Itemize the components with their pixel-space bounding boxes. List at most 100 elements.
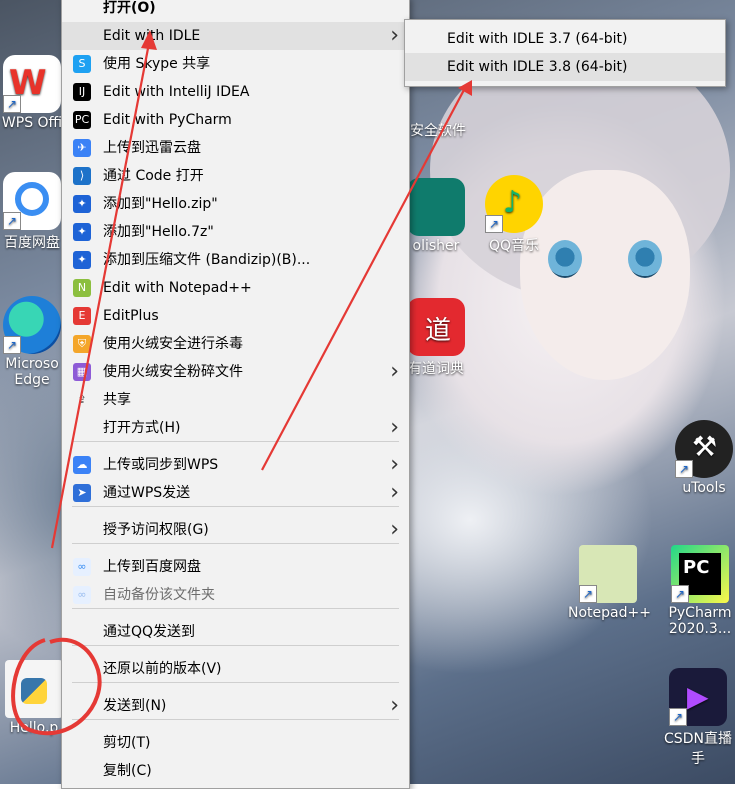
shortcut-arrow-icon: ↗ [669,708,687,726]
menu-separator [72,719,399,720]
menu-item-9[interactable]: ✦ 添加到压缩文件 (Bandizip)(B)... [62,246,409,274]
vscode-icon: ⟩ [73,167,91,185]
menu-item-7[interactable]: ✦ 添加到"Hello.zip" [62,190,409,218]
wps-icon: W ↗ [3,55,61,113]
menu-item-4[interactable]: PC Edit with PyCharm [62,106,409,134]
menu-separator [72,608,399,609]
menu-item-16[interactable]: ☁ 上传或同步到WPS › [62,451,409,479]
menu-item-13[interactable]: ▦ 使用火绒安全粉碎文件 › [62,358,409,386]
menu-item-2[interactable]: S 使用 Skype 共享 [62,50,409,78]
menu-separator [72,441,399,442]
menu-item-25[interactable]: 复制(C) [62,757,409,785]
baidu-netdisk-icon: ∞ [73,586,91,604]
menu-item-label: 自动备份该文件夹 [103,587,215,603]
youdao-icon: 道 [407,298,465,356]
desktop-icon-label: uTools [682,480,726,496]
menu-item-3[interactable]: IJ Edit with IntelliJ IDEA [62,78,409,106]
menu-item-label: 打开方式(H) [103,420,181,436]
menu-item-24[interactable]: 剪切(T) [62,729,409,757]
menu-item-label: 添加到压缩文件 (Bandizip)(B)... [103,252,311,268]
menu-item-20[interactable]: ∞ 自动备份该文件夹 [62,581,409,609]
menu-item-14[interactable]: ⇪ 共享 [62,386,409,414]
baidu-netdisk-icon: ∞ [73,558,91,576]
csdn-live-icon: ▶ ↗ [669,668,727,726]
menu-item-23[interactable]: 发送到(N) › [62,692,409,720]
menu-item-21[interactable]: 通过QQ发送到 [62,618,409,646]
shortcut-arrow-icon: ↗ [3,95,21,113]
python-file-icon [5,660,63,718]
menu-item-label: 还原以前的版本(V) [103,661,222,677]
chevron-right-icon: › [390,693,399,718]
bandizip-icon: ✦ [73,195,91,213]
chevron-right-icon: › [390,415,399,440]
menu-item-10[interactable]: N Edit with Notepad++ [62,274,409,302]
shortcut-arrow-icon: ↗ [3,336,21,354]
menu-item-label: 使用火绒安全粉碎文件 [103,364,243,380]
desktop-icon-pycharm[interactable]: PC ↗ PyCharm 2020.3... [660,545,735,637]
submenu-item-1[interactable]: Edit with IDLE 3.8 (64-bit) [405,53,725,81]
desktop-icon-label: WPS Offi [1,115,63,131]
desktop-icon-csdn[interactable]: ▶ ↗ CSDN直播 手 [658,668,735,768]
menu-item-0[interactable]: 打开(O) [62,0,409,22]
desktop-icon-notepadpp[interactable]: ↗ Notepad++ [568,545,651,621]
menu-item-label: 添加到"Hello.zip" [103,196,218,212]
menu-item-label: 使用火绒安全进行杀毒 [103,336,243,352]
menu-item-15[interactable]: 打开方式(H) › [62,414,409,442]
menu-item-12[interactable]: ⛨ 使用火绒安全进行杀毒 [62,330,409,358]
desktop-icon-utools[interactable]: ⚒ ↗ uTools [664,420,735,496]
pycharm-icon: PC [73,111,91,129]
context-menu: 打开(O) Edit with IDLE › S 使用 Skype 共享 IJ Edit w… [61,0,410,789]
menu-item-8[interactable]: ✦ 添加到"Hello.7z" [62,218,409,246]
menu-item-5[interactable]: ✈ 上传到迅雷云盘 [62,134,409,162]
menu-item-label: Edit with IDLE [103,28,201,44]
menu-item-17[interactable]: ➤ 通过WPS发送 › [62,479,409,507]
menu-item-6[interactable]: ⟩ 通过 Code 打开 [62,162,409,190]
menu-item-label: 授予访问权限(G) [103,522,209,538]
menu-item-11[interactable]: E EditPlus [62,302,409,330]
edge-icon: ↗ [3,296,61,354]
menu-item-18[interactable]: 授予访问权限(G) › [62,516,409,544]
skype-icon: S [73,55,91,73]
shortcut-arrow-icon: ↗ [579,585,597,603]
qq-music-icon: ♪ ↗ [485,175,543,233]
menu-item-22[interactable]: 还原以前的版本(V) [62,655,409,683]
editplus-icon: E [73,307,91,325]
submenu-item-label: Edit with IDLE 3.7 (64-bit) [447,31,628,47]
desktop-icon-label: 有道词典 [408,361,464,377]
publisher-icon [407,178,465,236]
menu-item-label: 上传或同步到WPS [103,457,219,473]
xunlei-icon: ✈ [73,139,91,157]
menu-item-label: 使用 Skype 共享 [103,56,211,72]
desktop-icon-label: 百度网盘 [4,235,60,251]
menu-item-label: 通过WPS发送 [103,485,191,501]
shortcut-arrow-icon: ↗ [3,212,21,230]
chevron-right-icon: › [390,480,399,505]
desktop-icon-label: Notepad++ [568,605,651,621]
menu-separator [72,645,399,646]
bandizip-icon: ✦ [73,223,91,241]
menu-item-label: 打开(O) [103,0,156,16]
shortcut-arrow-icon: ↗ [671,585,689,603]
menu-item-label: EditPlus [103,308,159,324]
utools-icon: ⚒ ↗ [675,420,733,478]
desktop-icon-qqmusic[interactable]: ♪ ↗ QQ音乐 [474,175,554,255]
menu-item-label: 通过QQ发送到 [103,624,196,640]
menu-item-label: 复制(C) [103,763,152,779]
menu-item-1[interactable]: Edit with IDLE › [62,22,409,50]
wps-send-icon: ➤ [73,484,91,502]
idle-submenu: Edit with IDLE 3.7 (64-bit) Edit with IDL… [404,19,726,87]
submenu-item-0[interactable]: Edit with IDLE 3.7 (64-bit) [405,25,725,53]
menu-item-label: 上传到百度网盘 [103,559,201,575]
menu-item-label: 共享 [103,392,131,408]
notepadpp-icon: ↗ [579,545,637,603]
huorong-shield-icon: ⛨ [73,335,91,353]
huorong-shredder-icon: ▦ [73,363,91,381]
menu-separator [72,543,399,544]
pycharm-icon: PC ↗ [671,545,729,603]
baidu-netdisk-icon: ↗ [3,172,61,230]
shortcut-arrow-icon: ↗ [485,215,503,233]
shortcut-arrow-icon: ↗ [675,460,693,478]
menu-item-19[interactable]: ∞ 上传到百度网盘 [62,553,409,581]
chevron-right-icon: › [390,23,399,48]
chevron-right-icon: › [390,452,399,477]
